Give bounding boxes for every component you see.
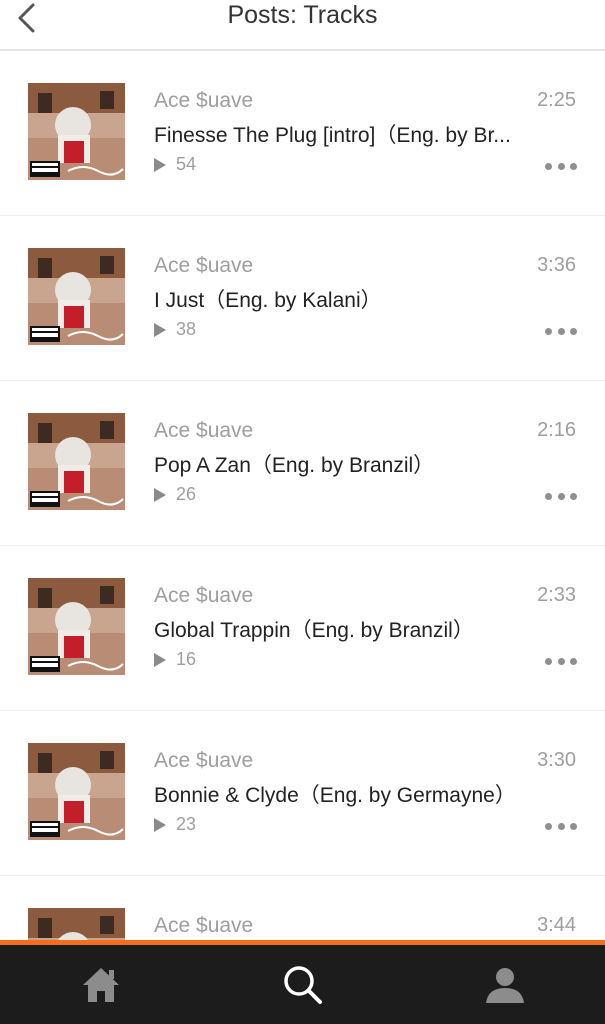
- track-artwork: [28, 413, 125, 510]
- track-artist[interactable]: Ace $uave: [154, 89, 253, 113]
- track-artist[interactable]: Ace $uave: [154, 914, 253, 938]
- bottom-tab-bar: [0, 945, 605, 1024]
- tab-search[interactable]: [263, 945, 343, 1024]
- track-row[interactable]: Ace $uave 2:33 Global Trappin（Eng. by Br…: [0, 546, 605, 711]
- track-duration: 2:25: [537, 89, 576, 111]
- more-dots-icon: [545, 327, 552, 335]
- header: Posts: Tracks: [0, 0, 605, 51]
- more-options-button[interactable]: [545, 159, 577, 173]
- track-artwork: [28, 578, 125, 675]
- play-count: 26: [154, 484, 196, 505]
- track-row[interactable]: Ace $uave 2:16 Pop A Zan（Eng. by Branzil…: [0, 381, 605, 546]
- more-dots-icon: [545, 162, 552, 170]
- track-artwork: [28, 248, 125, 345]
- play-icon: [154, 652, 166, 667]
- play-icon: [154, 817, 166, 832]
- track-row[interactable]: Ace $uave 3:44: [0, 876, 605, 940]
- track-artwork: [28, 908, 125, 940]
- play-count-value: 26: [176, 484, 197, 504]
- track-title[interactable]: Finesse The Plug [intro]（Eng. by Br...: [154, 119, 534, 149]
- play-count: 38: [154, 319, 196, 340]
- track-title[interactable]: Pop A Zan（Eng. by Branzil）: [154, 449, 534, 479]
- more-options-button[interactable]: [545, 819, 577, 833]
- play-count: 16: [154, 649, 196, 670]
- play-icon: [154, 487, 166, 502]
- play-count-value: 54: [176, 154, 197, 174]
- track-artist[interactable]: Ace $uave: [154, 419, 253, 443]
- more-options-button[interactable]: [545, 654, 577, 668]
- tab-home[interactable]: [61, 945, 141, 1024]
- page-title: Posts: Tracks: [227, 1, 378, 29]
- track-artist[interactable]: Ace $uave: [154, 254, 253, 278]
- track-duration: 3:36: [537, 254, 576, 276]
- track-row[interactable]: Ace $uave 3:30 Bonnie & Clyde（Eng. by Ge…: [0, 711, 605, 876]
- more-dots-icon: [545, 492, 552, 500]
- track-duration: 2:16: [537, 419, 576, 441]
- profile-icon: [486, 967, 524, 1003]
- more-options-button[interactable]: [545, 324, 577, 338]
- play-count-value: 23: [176, 814, 197, 834]
- play-icon: [154, 322, 166, 337]
- track-artwork: [28, 83, 125, 180]
- track-artwork: [28, 743, 125, 840]
- more-dots-icon: [545, 657, 552, 665]
- track-artist[interactable]: Ace $uave: [154, 584, 253, 608]
- track-duration: 3:30: [537, 749, 576, 771]
- search-icon: [284, 965, 322, 1004]
- app-screen: Posts: Tracks Ace $uave 2:25 Finesse The…: [0, 0, 605, 1024]
- track-list: Ace $uave 2:25 Finesse The Plug [intro]（…: [0, 51, 605, 940]
- track-duration: 2:33: [537, 584, 576, 606]
- play-count-value: 16: [176, 649, 197, 669]
- track-artist[interactable]: Ace $uave: [154, 749, 253, 773]
- track-row[interactable]: Ace $uave 2:25 Finesse The Plug [intro]（…: [0, 51, 605, 216]
- home-icon: [83, 967, 119, 1002]
- track-title[interactable]: Global Trappin（Eng. by Branzil）: [154, 614, 534, 644]
- tab-profile[interactable]: [465, 945, 545, 1024]
- play-icon: [154, 157, 166, 172]
- play-count: 23: [154, 814, 196, 835]
- play-count: 54: [154, 154, 196, 175]
- more-options-button[interactable]: [545, 489, 577, 503]
- track-duration: 3:44: [537, 914, 576, 936]
- track-title[interactable]: I Just（Eng. by Kalani）: [154, 284, 534, 314]
- track-row[interactable]: Ace $uave 3:36 I Just（Eng. by Kalani） 38: [0, 216, 605, 381]
- play-count-value: 38: [176, 319, 197, 339]
- track-title[interactable]: Bonnie & Clyde（Eng. by Germayne）: [154, 779, 534, 809]
- more-dots-icon: [545, 822, 552, 830]
